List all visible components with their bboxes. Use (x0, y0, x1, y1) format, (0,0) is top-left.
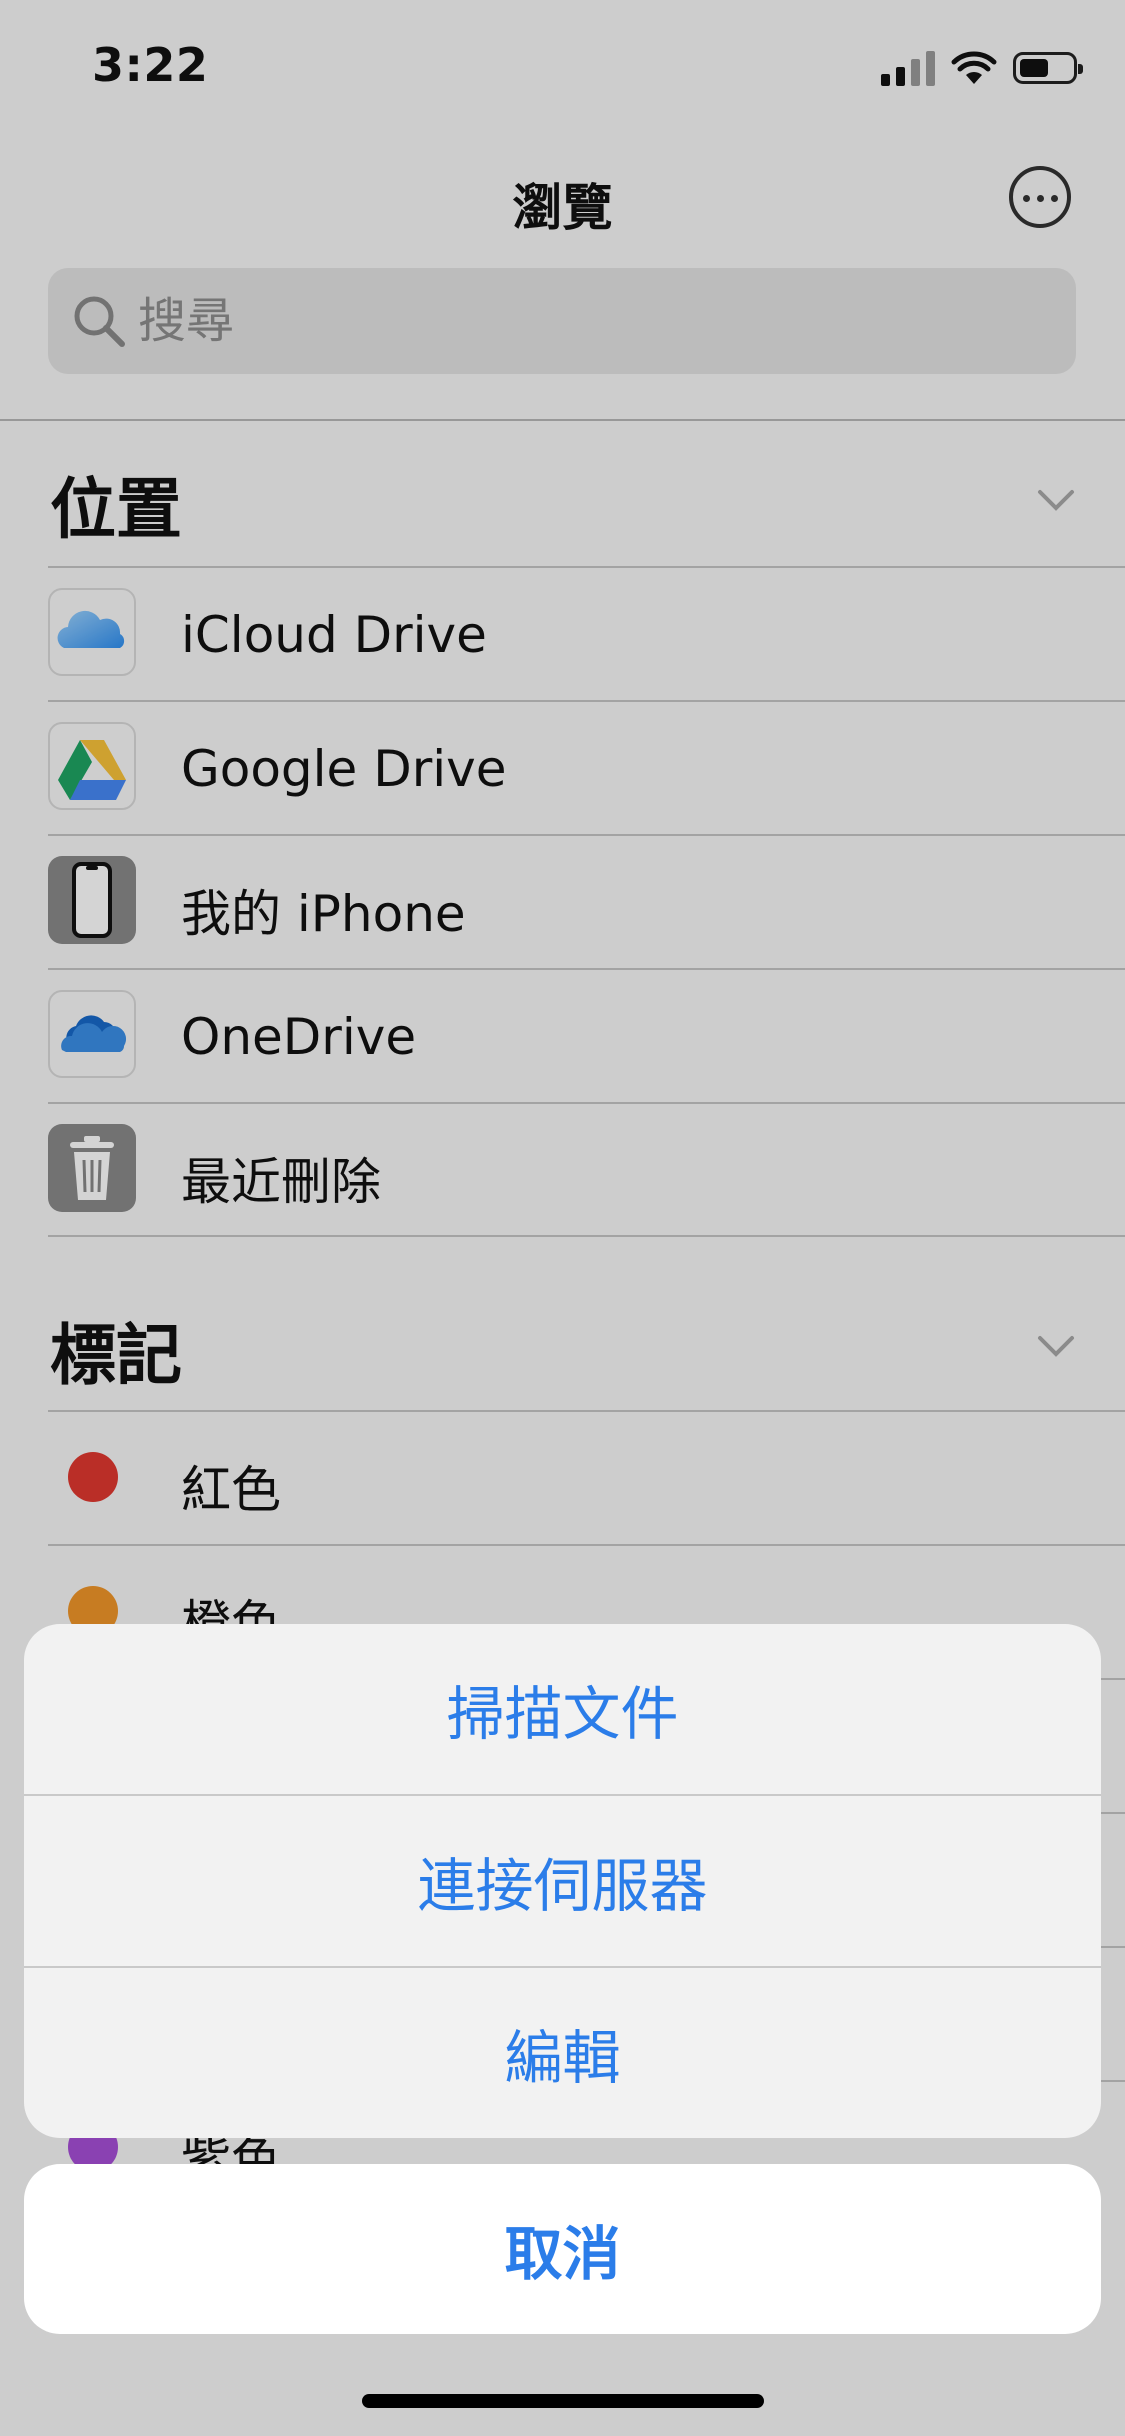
connect-server-button[interactable]: 連接伺服器 (24, 1796, 1101, 1966)
scan-documents-button[interactable]: 掃描文件 (24, 1624, 1101, 1794)
cancel-button[interactable]: 取消 (24, 2164, 1101, 2334)
action-sheet: 掃描文件 連接伺服器 編輯 (24, 1624, 1101, 2138)
home-indicator[interactable] (362, 2394, 764, 2408)
edit-button[interactable]: 編輯 (24, 1968, 1101, 2138)
